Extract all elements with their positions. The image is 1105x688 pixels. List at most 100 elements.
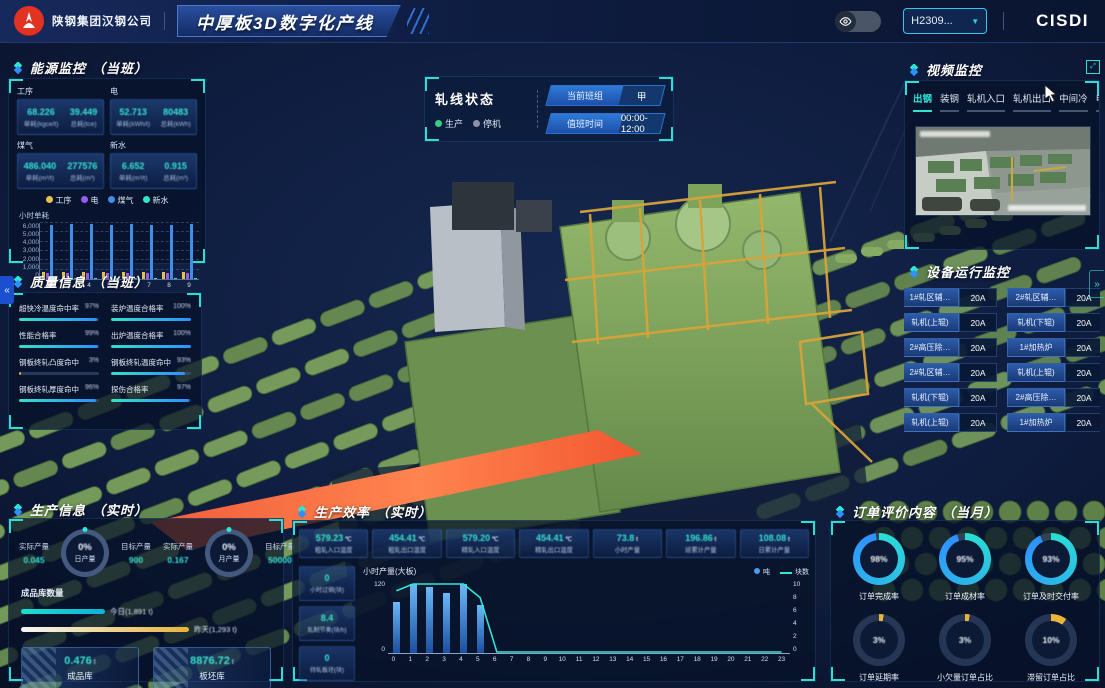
efficiency-panel: 579.23 ℃粗轧入口温度454.41 ℃粗轧出口温度579.20 ℃精轧入口… (292, 520, 816, 682)
production-gauge: 实际产量0.1670%月产量目标产量50000 (157, 529, 301, 577)
efficiency-stat: 73.8 t小时产量 (593, 529, 662, 558)
energy-axis-label: 小时单耗 (19, 210, 205, 221)
device-cell: 2#轧区辅…20A (1007, 288, 1100, 307)
video-camera-label-overlay (1008, 205, 1086, 211)
page-title: 中厚板3D数字化产线 (177, 5, 401, 37)
production-gauge: 实际产量0.0450%日产量目标产量900 (13, 529, 157, 577)
device-cell: 轧机(上辊)20A (904, 413, 997, 432)
device-cell: 1#加热炉20A (1007, 413, 1100, 432)
company-logo (14, 6, 44, 36)
visibility-toggle[interactable] (835, 11, 881, 32)
device-cell: 2#高压除…20A (904, 338, 997, 357)
efficiency-side-stat: 8.4轧制节奏(块/h) (299, 606, 355, 641)
efficiency-stat: 196.86 t班累计产量 (666, 529, 735, 558)
video-expand-icon[interactable]: ⤢ (1086, 60, 1100, 74)
diamond-icon (296, 506, 308, 518)
header-divider (164, 12, 165, 30)
device-cell: 1#轧区辅…20A (904, 288, 997, 307)
hourly-output-chart: 小时产量(大板) 吨块数 1200 1086420 01234567891011… (363, 566, 809, 681)
quality-item: 钢板终轧厚度命中96% (19, 384, 99, 402)
video-panel-title: 视频监控 (908, 60, 982, 79)
efficiency-side-stat: 0待轧板坯(块) (299, 646, 355, 681)
inventory-bar: 今日(1,891 t) (21, 606, 283, 617)
cisdi-logo: CISDI (1036, 11, 1089, 31)
quality-item: 钢板终轧温度命中93% (111, 357, 191, 375)
device-cell: 2#轧区辅…20A (904, 363, 997, 382)
quality-panel: 超快冷温度命中率97% 装炉温度合格率100% 性能合格率99% 出炉温度合格率100… (8, 292, 202, 430)
devices-panel: 1#轧区辅…20A 2#轧区辅…20A 轧机(上辊)20A 轧机(下辊)20A 2#高压… (904, 288, 1100, 433)
line-status-title: 轧线状态 (435, 89, 527, 108)
order-gauge: 93%订单及时交付率 (1011, 533, 1091, 602)
dashboard: 陕钢集团汉钢公司 中厚板3D数字化产线 H2309... ▼ CISDI 能源监… (0, 0, 1105, 688)
hourly-chart-legend: 吨块数 (754, 567, 809, 577)
eye-icon (835, 11, 856, 32)
device-cell: 1#加热炉20A (1007, 338, 1100, 357)
diamond-icon (12, 62, 24, 74)
quality-item: 出炉温度合格率100% (111, 330, 191, 348)
video-feed[interactable] (915, 126, 1091, 216)
orders-panel: 98%订单完成率95%订单成材率93%订单及时交付率 3%订单延期率3%小欠量订单… (830, 520, 1100, 682)
right-collapse-handle[interactable]: » (1089, 270, 1104, 298)
production-panel-title: 生产信息（实时） (12, 500, 148, 519)
diamond-icon (834, 506, 846, 518)
efficiency-stat: 579.23 ℃粗轧入口温度 (299, 529, 368, 558)
quality-item: 性能合格率99% (19, 330, 99, 348)
video-tab-轧机入口[interactable]: 轧机入口 (967, 91, 1005, 112)
company-name: 陕钢集团汉钢公司 (52, 13, 152, 29)
efficiency-stat: 579.20 ℃精轧入口温度 (446, 529, 515, 558)
inventory-title: 成品库数量 (21, 587, 283, 599)
inventory-bar: 昨天(1,293 t) (21, 624, 283, 635)
order-gauge: 95%订单成材率 (925, 533, 1005, 602)
status-badge: 值班时间00:00-12:00 (545, 113, 665, 134)
order-gauge: 3%订单延期率 (839, 614, 919, 683)
inventory-box-成品库: 0.476t成品库 (21, 647, 139, 688)
diamond-icon (908, 64, 920, 76)
header-bar: 陕钢集团汉钢公司 中厚板3D数字化产线 H2309... ▼ CISDI (0, 0, 1105, 43)
efficiency-stat: 108.08 t日累计产量 (740, 529, 809, 558)
device-selector-value: H2309... (911, 15, 953, 27)
efficiency-stat: 454.41 ℃粗轧出口温度 (372, 529, 441, 558)
video-tab-中间冷[interactable]: 中间冷 (1059, 91, 1088, 112)
device-cell: 轧机(下辊)20A (904, 388, 997, 407)
chevron-down-icon: ▼ (971, 17, 979, 26)
hourly-chart-title: 小时产量(大板) (363, 566, 416, 577)
energy-panel: 工序68.226单耗(kgce/t)39.449总耗(tce)电52.713单耗… (8, 78, 206, 264)
device-cell: 轧机(上辊)20A (904, 313, 997, 332)
status-badge: 当前班组甲 (545, 85, 665, 106)
quality-item: 钢板终轧凸度命中3% (19, 357, 99, 375)
energy-panel-title: 能源监控（当班） (12, 58, 148, 77)
devices-panel-title: 设备运行监控 (908, 262, 1010, 281)
energy-legend: 工序电煤气新水 (9, 195, 205, 206)
left-collapse-handle[interactable]: « (0, 276, 14, 304)
header-divider (1003, 12, 1004, 30)
line-status-legend: 生产停机 (435, 117, 527, 130)
device-selector-dropdown[interactable]: H2309... ▼ (903, 8, 987, 34)
orders-panel-title: 订单评价内容（当月） (834, 502, 998, 521)
video-tab-出钢[interactable]: 出钢 (913, 91, 932, 112)
order-gauge: 98%订单完成率 (839, 533, 919, 602)
video-tab-装钢[interactable]: 装钢 (940, 91, 959, 112)
video-timestamp-overlay (920, 131, 990, 137)
energy-card: 煤气486.040单耗(m³/t)277576总耗(m³) (17, 139, 104, 189)
order-gauge: 3%小欠量订单占比 (925, 614, 1005, 683)
mouse-cursor (1044, 84, 1060, 104)
production-panel: 实际产量0.0450%日产量目标产量900实际产量0.1670%月产量目标产量5… (8, 518, 284, 682)
quality-item: 探伤合格率97% (111, 384, 191, 402)
inventory-box-板坯库: 8876.72t板坯库 (153, 647, 271, 688)
status-divider (537, 90, 538, 128)
efficiency-panel-title: 生产效率（实时） (296, 502, 432, 521)
title-slashes (407, 8, 429, 34)
efficiency-stat: 454.41 ℃精轧出口温度 (519, 529, 588, 558)
quality-item: 超快冷温度命中率97% (19, 303, 99, 321)
energy-card: 新水6.652单耗(m³/t)0.915总耗(m³) (110, 139, 197, 189)
quality-item: 装炉温度合格率100% (111, 303, 191, 321)
video-tab-电动热[interactable]: 电动热 (1096, 91, 1099, 112)
efficiency-side-stat: 0小时过钢(块) (299, 566, 355, 601)
quality-panel-title: 质量信息（当班） (12, 272, 148, 291)
diamond-icon (908, 266, 920, 278)
energy-card: 工序68.226单耗(kgce/t)39.449总耗(tce) (17, 85, 104, 135)
device-cell: 轧机(上辊)20A (1007, 363, 1100, 382)
video-panel: 出钢装钢轧机入口轧机出口中间冷电动热 (904, 80, 1100, 250)
diamond-icon (12, 504, 24, 516)
device-cell: 轧机(下辊)20A (1007, 313, 1100, 332)
